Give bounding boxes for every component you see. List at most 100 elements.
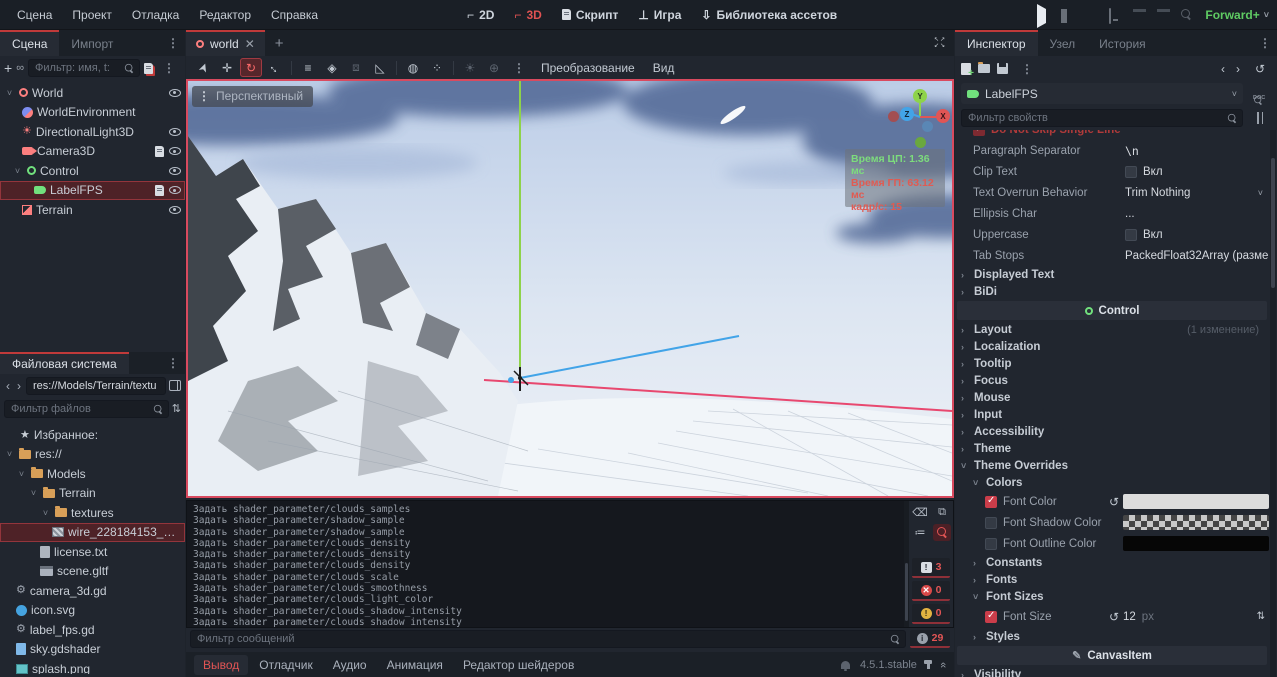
instance-scene-button[interactable]: ∞ [16, 62, 24, 74]
group-fonts[interactable]: › Fonts [955, 571, 1269, 588]
bottom-tab-debugger[interactable]: Отладчик [250, 655, 321, 675]
add-node-button[interactable]: + [4, 60, 12, 76]
distraction-free-button[interactable]: ↖ ↗ ↙ ↘ [926, 30, 954, 56]
fs-row-res[interactable]: ˅ res:// [0, 445, 185, 465]
checkbox-unchecked-icon[interactable] [1125, 165, 1137, 178]
property-value[interactable]: ... [1125, 208, 1269, 220]
bottom-tab-output[interactable]: Вывод [194, 654, 249, 675]
select-tool-icon[interactable]: ➤ [190, 54, 215, 81]
path-input[interactable] [26, 376, 166, 395]
tree-row-directionallight3d[interactable]: ☀ DirectionalLight3D [0, 122, 185, 142]
movie-writer-icon[interactable] [1157, 9, 1171, 21]
back-arrow-icon[interactable]: ‹ [4, 379, 12, 393]
resource-menu-icon[interactable]: ⋮ [1015, 62, 1039, 76]
lock-node-icon[interactable]: ◈ [321, 58, 343, 77]
pin-panel-icon[interactable] [924, 660, 933, 669]
transform-menu[interactable]: Преобразование [533, 61, 643, 75]
stepper-icon[interactable]: ⇅ [1257, 611, 1269, 622]
tree-row-control[interactable]: ˅ Control [0, 161, 185, 181]
toolbar-overflow-icon[interactable]: ⋮ [507, 61, 531, 75]
local-space-icon[interactable]: ◍ [402, 58, 424, 77]
3d-viewport[interactable]: ⋮ Перспективный Y X Z Время ЦП: 1.36 мс … [186, 79, 954, 498]
fs-row-wire-texture[interactable]: wire_228184153_diffu... [0, 522, 185, 542]
script-icon[interactable] [155, 145, 164, 157]
checkbox-checked-icon[interactable] [985, 495, 997, 508]
font-shadow-color-swatch[interactable] [1123, 515, 1269, 530]
axis-x-negative[interactable] [888, 111, 899, 122]
file-filter-input[interactable] [4, 399, 169, 418]
fs-row-splash-png[interactable]: splash.png [0, 659, 185, 674]
movie-maker-icon[interactable] [1133, 9, 1147, 21]
collapse-arrow-icon[interactable]: ˅ [40, 508, 51, 518]
axis-x-positive[interactable]: X [936, 109, 950, 123]
fs-row-models[interactable]: ˅ Models [0, 464, 185, 484]
tab-import[interactable]: Импорт [59, 30, 125, 56]
fs-row-camera-gd[interactable]: ⚙ camera_3d.gd [0, 581, 185, 601]
tree-row-camera3d[interactable]: Camera3D [0, 142, 185, 162]
filter-misc-button[interactable]: ! 3 [912, 558, 950, 578]
workspace-script-button[interactable]: Скрипт [554, 4, 627, 26]
scene-filter-input[interactable] [28, 59, 140, 77]
save-resource-icon[interactable] [997, 63, 1008, 74]
menu-project[interactable]: Проект [63, 4, 121, 26]
split-view-icon[interactable] [169, 380, 181, 391]
property-filter-input[interactable] [961, 109, 1243, 127]
revert-icon[interactable]: ↺ [1109, 610, 1123, 624]
checkbox-checked-icon[interactable] [985, 610, 997, 623]
expand-panel-icon[interactable]: « [937, 661, 949, 667]
tree-row-terrain[interactable]: Terrain [0, 200, 185, 220]
group-displayed-text[interactable]: › Displayed Text [955, 266, 1269, 283]
axis-y-negative[interactable] [915, 137, 926, 148]
visibility-eye-icon[interactable] [169, 147, 181, 156]
sort-files-icon[interactable]: ⇅ [172, 402, 181, 415]
group-accessibility[interactable]: › Accessibility [955, 423, 1269, 440]
group-font-sizes[interactable]: ˅ Font Sizes [955, 588, 1269, 605]
play-button[interactable] [1037, 3, 1051, 28]
fs-row-textures[interactable]: ˅ textures [0, 503, 185, 523]
axis-z-negative[interactable] [922, 121, 933, 132]
move-tool-icon[interactable]: ✛ [216, 58, 238, 77]
forward-arrow-icon[interactable]: › [15, 379, 23, 393]
new-scene-tab-button[interactable]: + [265, 30, 294, 56]
section-canvasitem[interactable]: ✎ CanvasItem [957, 646, 1267, 665]
scene-dock-menu-icon[interactable]: ⋮ [161, 30, 185, 56]
scene-tree-menu-icon[interactable]: ⋮ [157, 61, 181, 75]
menu-scene[interactable]: Сцена [8, 4, 61, 26]
collapse-arrow-icon[interactable]: ˅ [4, 449, 15, 459]
filter-info-button[interactable]: i 29 [910, 630, 950, 648]
inspector-scrollbar[interactable] [1270, 130, 1276, 677]
message-filter-input[interactable] [190, 630, 906, 648]
menu-help[interactable]: Справка [262, 4, 327, 26]
perspective-menu[interactable]: ⋮ Перспективный [192, 86, 314, 107]
group-theme-overrides[interactable]: ˅ Theme Overrides [955, 457, 1269, 474]
tab-history[interactable]: История [1087, 30, 1158, 56]
workspace-2d-button[interactable]: ⌐ 2D [459, 4, 502, 26]
axis-z-positive[interactable]: Z [900, 107, 914, 121]
tree-row-worldenvironment[interactable]: WorldEnvironment [0, 103, 185, 123]
fs-row-favorites[interactable]: ★ Избранное: [0, 425, 185, 445]
axis-y-positive[interactable]: Y [913, 89, 927, 103]
property-value[interactable]: PackedFloat32Array (размер 0) [1125, 250, 1269, 262]
font-size-spinbox[interactable]: 12 px ⇅ [1123, 611, 1269, 623]
snap-icon[interactable]: ⁘ [426, 58, 448, 77]
group-localization[interactable]: › Localization [955, 338, 1269, 355]
group-layout[interactable]: › Layout (1 изменение) [955, 321, 1269, 338]
group-visibility[interactable]: › Visibility [955, 666, 1269, 677]
fs-row-license[interactable]: license.txt [0, 542, 185, 562]
tab-node[interactable]: Узел [1038, 30, 1088, 56]
list-select-tool-icon[interactable]: ≡ [297, 58, 319, 77]
copy-output-button[interactable]: ⧉ [933, 504, 951, 521]
tab-inspector[interactable]: Инспектор [955, 30, 1038, 56]
node-selector[interactable]: LabelFPS ˅ [961, 83, 1243, 104]
load-resource-icon[interactable] [978, 62, 990, 73]
checkbox-unchecked-icon[interactable] [985, 516, 997, 529]
group-mouse[interactable]: › Mouse [955, 389, 1269, 406]
ruler-tool-icon[interactable]: ◺ [369, 58, 391, 77]
section-control[interactable]: Control [957, 301, 1267, 320]
inspector-dock-menu-icon[interactable]: ⋮ [1253, 30, 1277, 56]
font-outline-color-swatch[interactable] [1123, 536, 1269, 551]
group-input[interactable]: › Input [955, 406, 1269, 423]
console-scrollbar[interactable] [904, 501, 909, 627]
renderer-select[interactable]: Forward+ ˅ [1205, 8, 1269, 22]
stop-button[interactable] [1085, 9, 1099, 21]
